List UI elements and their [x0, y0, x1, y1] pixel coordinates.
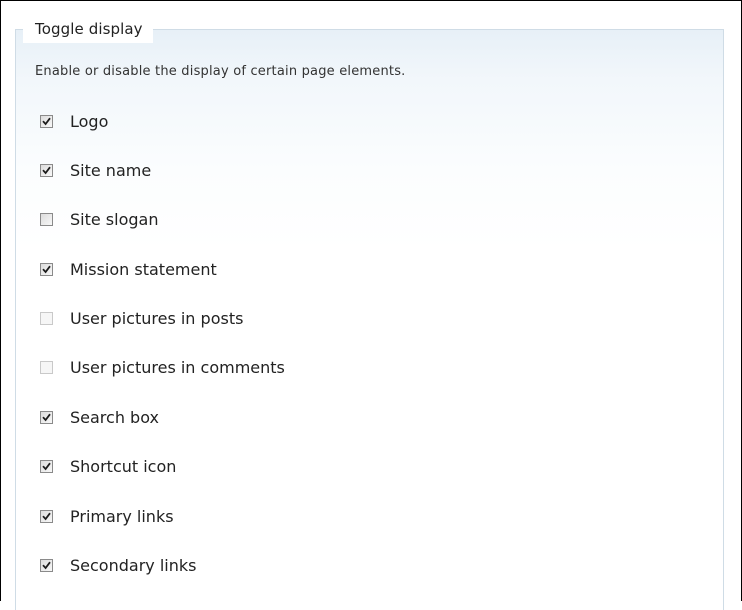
- mission-statement-checkbox[interactable]: [40, 262, 53, 276]
- option-search-box[interactable]: Search box: [40, 405, 159, 429]
- option-mission-statement[interactable]: Mission statement: [40, 257, 217, 281]
- fieldset-description: Enable or disable the display of certain…: [35, 64, 406, 79]
- option-site-slogan[interactable]: Site slogan: [40, 207, 158, 231]
- fieldset-legend: Toggle display: [23, 15, 153, 43]
- option-label: Logo: [70, 111, 109, 131]
- option-label: Shortcut icon: [70, 456, 177, 476]
- option-user-pictures-in-posts[interactable]: User pictures in posts: [40, 306, 243, 330]
- page-frame: Toggle display Enable or disable the dis…: [0, 0, 742, 610]
- option-label: Site slogan: [70, 209, 159, 229]
- site-name-checkbox[interactable]: [40, 163, 53, 177]
- search-box-checkbox[interactable]: [40, 410, 53, 424]
- option-logo[interactable]: Logo: [40, 109, 108, 133]
- option-label: User pictures in posts: [70, 308, 244, 328]
- shortcut-icon-checkbox[interactable]: [40, 459, 53, 473]
- option-label: User pictures in comments: [70, 357, 285, 377]
- option-shortcut-icon[interactable]: Shortcut icon: [40, 454, 176, 478]
- site-slogan-checkbox[interactable]: [40, 212, 53, 226]
- option-label: Mission statement: [70, 259, 217, 279]
- primary-links-checkbox[interactable]: [40, 509, 53, 523]
- option-label: Primary links: [70, 506, 174, 526]
- option-site-name[interactable]: Site name: [40, 158, 151, 182]
- option-label: Secondary links: [70, 555, 197, 575]
- user-pictures-in-posts-checkbox[interactable]: [40, 311, 53, 325]
- option-user-pictures-in-comments[interactable]: User pictures in comments: [40, 355, 285, 379]
- option-label: Search box: [70, 407, 159, 427]
- user-pictures-in-comments-checkbox[interactable]: [40, 360, 53, 374]
- secondary-links-checkbox[interactable]: [40, 558, 53, 572]
- option-label: Site name: [70, 160, 152, 180]
- option-secondary-links[interactable]: Secondary links: [40, 553, 196, 577]
- option-primary-links[interactable]: Primary links: [40, 504, 174, 528]
- logo-checkbox[interactable]: [40, 114, 53, 128]
